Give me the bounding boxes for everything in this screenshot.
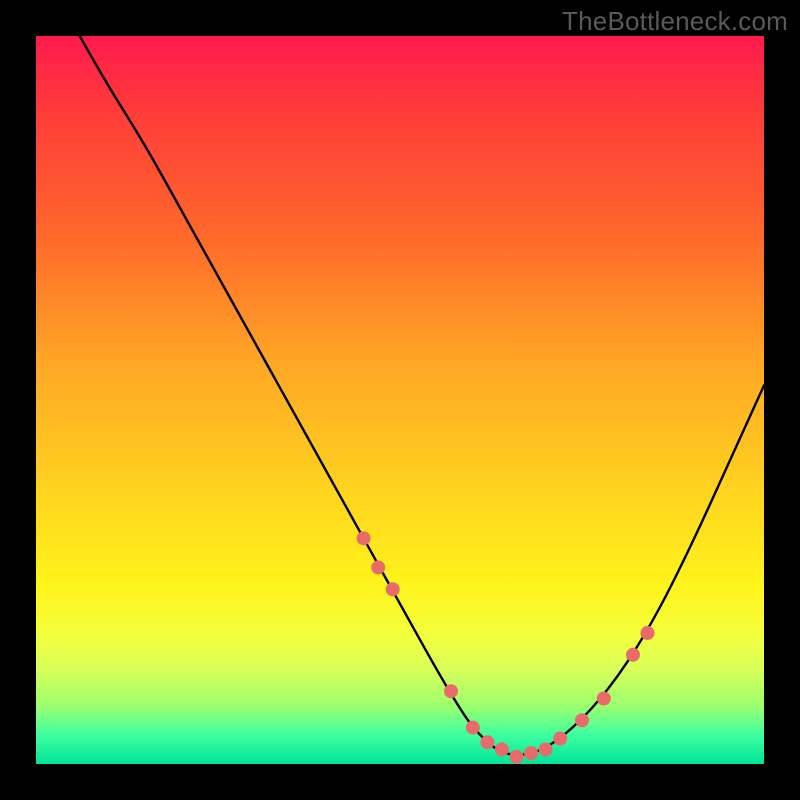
highlight-point <box>553 732 567 746</box>
highlight-point <box>539 742 553 756</box>
highlight-point <box>597 692 611 706</box>
attribution-label: TheBottleneck.com <box>562 6 788 37</box>
highlight-point <box>444 684 458 698</box>
highlight-point <box>386 582 400 596</box>
highlight-point <box>371 560 385 574</box>
highlight-point <box>480 735 494 749</box>
highlight-point <box>510 750 524 764</box>
highlight-point <box>641 626 655 640</box>
highlight-point <box>626 648 640 662</box>
plot-area <box>36 36 764 764</box>
highlight-point <box>466 721 480 735</box>
bottleneck-curve <box>80 36 764 755</box>
curve-layer <box>36 36 764 764</box>
highlight-point <box>357 531 371 545</box>
highlight-point <box>524 746 538 760</box>
chart-frame: TheBottleneck.com <box>0 0 800 800</box>
marker-group <box>357 531 655 763</box>
highlight-point <box>495 742 509 756</box>
highlight-point <box>575 713 589 727</box>
